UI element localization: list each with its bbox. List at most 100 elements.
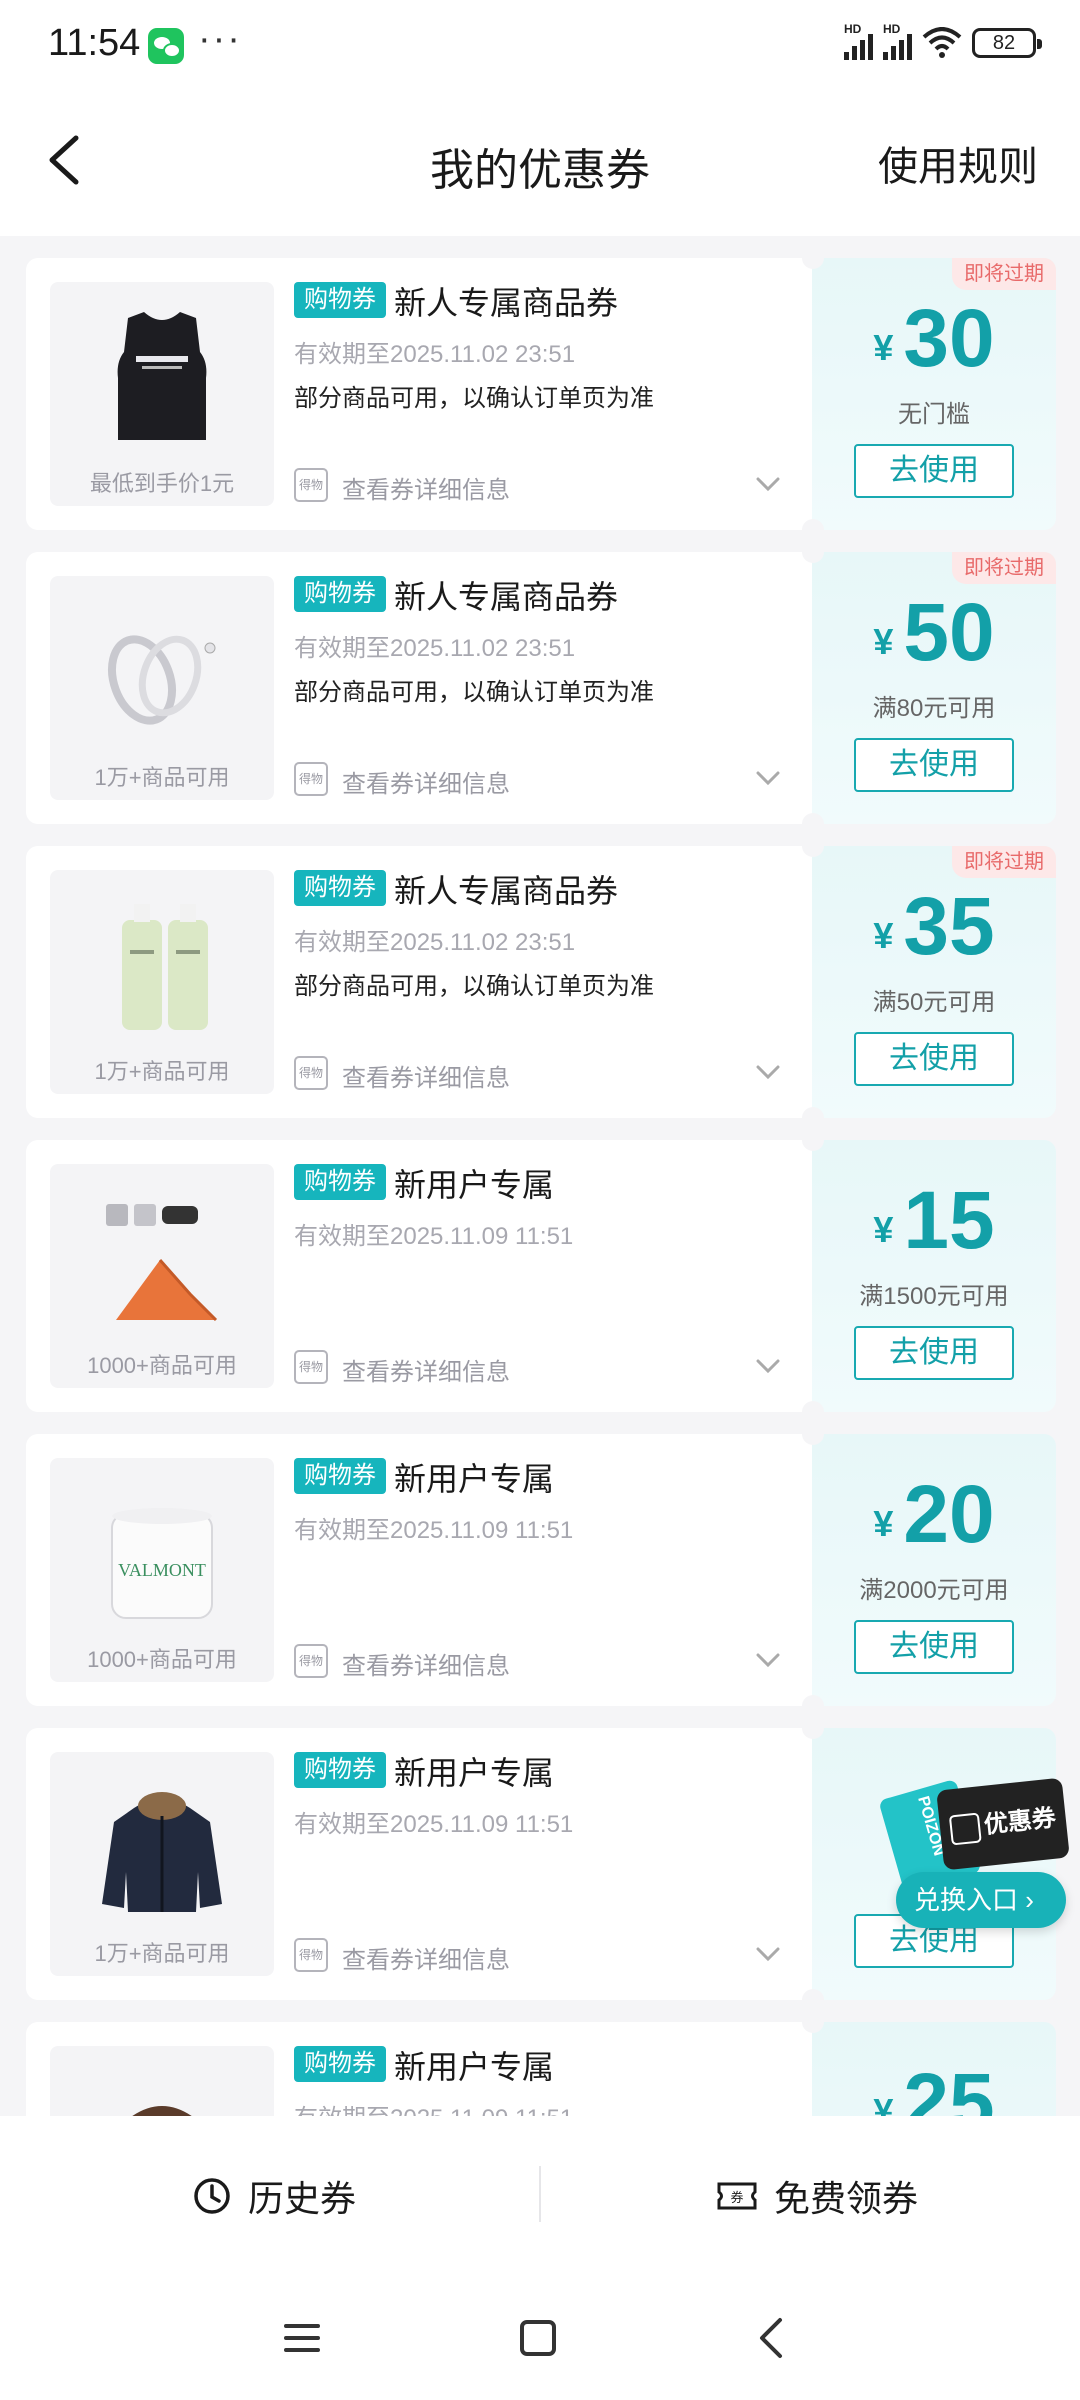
wifi-icon bbox=[922, 27, 962, 59]
view-details-link[interactable]: 查看券详细信息 bbox=[342, 1352, 510, 1387]
coupon-usage-note: 部分商品可用，以确认订单页为准 bbox=[294, 385, 654, 412]
coupon-amount: ¥15 bbox=[873, 1175, 995, 1266]
view-details-link[interactable]: 查看券详细信息 bbox=[342, 470, 510, 505]
notch bbox=[802, 1717, 824, 1739]
coupon-title: 新人专属商品券 bbox=[394, 285, 619, 321]
use-coupon-button[interactable]: 去使用 bbox=[854, 444, 1014, 498]
coupon-card: 最低到手价1元 购物券 新人专属商品券 有效期至2025.11.02 23:51… bbox=[26, 247, 1056, 541]
use-coupon-button[interactable]: 去使用 bbox=[854, 1326, 1014, 1380]
product-thumbnail[interactable]: 1万+商品可用 bbox=[50, 870, 274, 1094]
notch bbox=[802, 1989, 824, 2011]
coupon-info: 最低到手价1元 购物券 新人专属商品券 有效期至2025.11.02 23:51… bbox=[26, 258, 812, 530]
coupon-type-tag: 购物券 bbox=[294, 282, 386, 318]
product-thumbnail[interactable]: 1000+商品可用 bbox=[50, 1164, 274, 1388]
expiring-badge: 即将过期 bbox=[952, 258, 1056, 290]
view-details-link[interactable]: 查看券详细信息 bbox=[342, 1646, 510, 1681]
hamburger-menu-icon bbox=[284, 2324, 320, 2352]
history-coupons-button[interactable]: 历史券 bbox=[192, 2116, 356, 2276]
menu-nav-button[interactable] bbox=[272, 2308, 332, 2368]
system-navigation-bar bbox=[0, 2276, 1080, 2400]
svg-text:券: 券 bbox=[730, 2190, 743, 2205]
use-coupon-button[interactable]: 去使用 bbox=[854, 738, 1014, 792]
back-nav-button[interactable] bbox=[742, 2308, 802, 2368]
status-indicators: HD HD 82 bbox=[844, 22, 1042, 60]
divider bbox=[539, 2166, 541, 2222]
signal-icon: HD bbox=[883, 22, 912, 60]
coupon-validity: 有效期至2025.11.09 11:51 bbox=[294, 1223, 574, 1250]
product-thumbnail[interactable]: 最低到手价1元 bbox=[50, 282, 274, 506]
tank-top-icon bbox=[117, 312, 207, 440]
coupon-type-tag: 购物券 bbox=[294, 870, 386, 906]
coupon-title: 新用户专属 bbox=[394, 2049, 555, 2085]
chevron-down-icon[interactable] bbox=[754, 1058, 782, 1086]
use-coupon-button[interactable]: 去使用 bbox=[854, 1032, 1014, 1086]
coupon-validity: 有效期至2025.11.09 11:51 bbox=[294, 2098, 573, 2116]
chevron-down-icon[interactable] bbox=[754, 764, 782, 792]
svg-text:VALMONT: VALMONT bbox=[118, 1560, 206, 1580]
home-nav-button[interactable] bbox=[508, 2308, 568, 2368]
coupon-validity: 有效期至2025.11.09 11:51 bbox=[294, 1517, 574, 1544]
coupon-card: 1万+商品可用 购物券 新人专属商品券 有效期至2025.11.02 23:51… bbox=[26, 541, 1056, 835]
use-coupon-button[interactable]: 去使用 bbox=[854, 1620, 1014, 1674]
notch bbox=[802, 813, 824, 835]
bag-icon bbox=[132, 2106, 192, 2116]
coupon-info: 购物券 新用户专属 有效期至2025.11.09 11:51 bbox=[26, 2022, 812, 2116]
chevron-down-icon[interactable] bbox=[754, 1352, 782, 1380]
notch bbox=[802, 1695, 824, 1717]
coupon-condition: 满1500元可用 bbox=[859, 1283, 1009, 1310]
status-time: 11:54 bbox=[48, 22, 141, 64]
view-details-link[interactable]: 查看券详细信息 bbox=[342, 1940, 510, 1975]
battery-icon: 82 bbox=[972, 28, 1042, 58]
more-dots-icon: ··· bbox=[198, 18, 242, 60]
product-thumbnail[interactable]: 1万+商品可用 bbox=[50, 1752, 274, 1976]
detail-info-icon: 得物 bbox=[294, 1056, 328, 1090]
rings-icon bbox=[108, 635, 216, 725]
coupon-title: 新人专属商品券 bbox=[394, 873, 619, 909]
product-thumbnail[interactable]: VALMONT 1000+商品可用 bbox=[50, 1458, 274, 1682]
thumb-caption: 1万+商品可用 bbox=[94, 1941, 230, 1966]
coupon-amount: ¥30 bbox=[873, 293, 995, 384]
coupon-amount: ¥35 bbox=[873, 881, 995, 972]
coupon-card: 1万+商品可用 购物券 新人专属商品券 有效期至2025.11.02 23:51… bbox=[26, 835, 1056, 1129]
coupon-value: 即将过期 ¥35 满50元可用 去使用 bbox=[812, 846, 1056, 1118]
notch bbox=[802, 519, 824, 541]
free-coupons-label: 免费领券 bbox=[774, 2178, 919, 2219]
thumb-caption: 最低到手价1元 bbox=[89, 471, 235, 496]
notch bbox=[802, 1107, 824, 1129]
product-thumbnail[interactable]: 1万+商品可用 bbox=[50, 576, 274, 800]
usage-rules-link[interactable]: 使用规则 bbox=[878, 134, 1038, 192]
chevron-down-icon[interactable] bbox=[754, 470, 782, 498]
coupon-title: 新人专属商品券 bbox=[394, 579, 619, 615]
view-details-link[interactable]: 查看券详细信息 bbox=[342, 1058, 510, 1093]
view-details-link[interactable]: 查看券详细信息 bbox=[342, 764, 510, 799]
notch bbox=[802, 1401, 824, 1423]
detail-info-icon: 得物 bbox=[294, 1644, 328, 1678]
chevron-down-icon[interactable] bbox=[754, 1646, 782, 1674]
coupon-condition: 满2000元可用 bbox=[859, 1577, 1009, 1604]
chevron-down-icon[interactable] bbox=[754, 1940, 782, 1968]
coupon-title: 新用户专属 bbox=[394, 1755, 555, 1791]
coupon-amount: ¥25 bbox=[873, 2057, 995, 2116]
exchange-entry-floating-button[interactable]: POIZON 优惠券 兑换入口 › bbox=[878, 1760, 1070, 1940]
detail-info-icon: 得物 bbox=[294, 1350, 328, 1384]
coupon-info: 1万+商品可用 购物券 新用户专属 有效期至2025.11.09 11:51 得… bbox=[26, 1728, 812, 2000]
thumb-caption: 1000+商品可用 bbox=[87, 1353, 237, 1378]
notch bbox=[802, 247, 824, 269]
coupon-validity: 有效期至2025.11.02 23:51 bbox=[294, 929, 576, 956]
header: 我的优惠券 使用规则 bbox=[0, 90, 1080, 236]
coupon-value: ¥15 满1500元可用 去使用 bbox=[812, 1140, 1056, 1412]
exchange-entry-label[interactable]: 兑换入口 › bbox=[896, 1872, 1066, 1928]
coupon-info: 1万+商品可用 购物券 新人专属商品券 有效期至2025.11.02 23:51… bbox=[26, 552, 812, 824]
free-coupons-button[interactable]: 券 免费领券 bbox=[716, 2116, 918, 2276]
clock-icon bbox=[194, 2178, 230, 2214]
product-thumbnail[interactable] bbox=[50, 2046, 274, 2116]
coupon-value: ¥20 满2000元可用 去使用 bbox=[812, 1434, 1056, 1706]
coupon-card: 购物券 新用户专属 有效期至2025.11.09 11:51 ¥25 bbox=[26, 2011, 1056, 2116]
thumb-caption: 1000+商品可用 bbox=[87, 1647, 237, 1672]
expiring-badge: 即将过期 bbox=[952, 846, 1056, 878]
detail-info-icon: 得物 bbox=[294, 762, 328, 796]
ticket-icon: 券 bbox=[717, 2182, 757, 2210]
brand-mark-icon bbox=[948, 1812, 982, 1846]
coupon-card: VALMONT 1000+商品可用 购物券 新用户专属 有效期至2025.11.… bbox=[26, 1423, 1056, 1717]
coupon-amount: ¥50 bbox=[873, 587, 995, 678]
